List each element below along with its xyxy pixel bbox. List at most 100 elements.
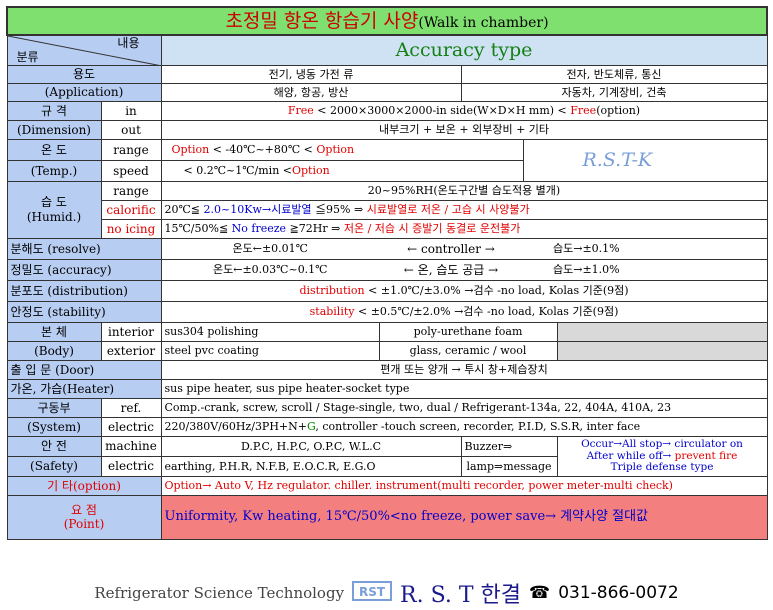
distribution-text: < ±1.0℃/±3.0% →검수 -no load, Kolas 기준(9점) [364,284,629,298]
humid-noicing-value: 15℃/50%≦ No freeze ≧72Hr ⇒ 저온 / 저습 시 증발기… [160,218,768,239]
stability-value: stability < ±0.5℃/±2.0% →검수 -no load, Ko… [160,300,768,323]
temp-speed-option: Option [292,164,330,178]
dim-in: in [100,100,162,121]
system-label: 구동부 [6,397,102,418]
dim-label: 규 격 [6,100,102,121]
safety-buzzer: Buzzer⇒ [460,435,558,457]
accuracy-label: 정밀도 (accuracy) [6,258,162,281]
dim-free-2: Free [570,104,597,118]
elec-b: , controller -touch screen, recorder, P.… [315,420,641,434]
spec-sheet: 초정밀 항온 항습기 사양(Walk in chamber) 내용 분류 Acc… [5,6,769,540]
safety-label: 안 전 [6,435,102,457]
use-b2: 자동차, 기계장비, 건축 [460,82,768,102]
humid-calorific: calorific [100,199,162,220]
temp-speed: speed [100,159,162,182]
system-ref-value: Comp.-crank, screw, scroll / Stage-singl… [160,397,768,418]
stability-label: 안정도 (stability) [6,300,162,323]
system-electric: electric [100,416,162,437]
dim-out-value: 내부크기 + 보온 + 외부장비 + 기타 [160,119,768,140]
spec-table: 초정밀 항온 항습기 사양(Walk in chamber) 내용 분류 Acc… [5,6,769,540]
ice-d: 저온 / 저습 시 증발기 동결로 운전불가 [343,222,521,236]
humid-calorific-value: 20℃≦ 2.0~10Kw→시료발열 ≦95% ⇒ 시료발열로 저온 / 고습 … [160,199,768,220]
content-label: 내용 [117,36,140,50]
system-label-en: (System) [6,416,102,437]
safety-label-en: (Safety) [6,455,102,477]
body-int-a: sus304 polishing [160,321,380,342]
etc-value: Option→ Auto V, Hz regulator. chiller. i… [160,475,768,496]
heater-value: sus pipe heater, sus pipe heater-socket … [160,378,768,399]
ice-c: ≧72Hr ⇒ [286,222,344,236]
safety-lamp: lamp⇒message [460,455,558,477]
ice-b: No freeze [231,222,287,236]
footer: Refrigerator Science Technology RST R. S… [0,578,773,608]
system-ref: ref. [100,397,162,418]
temp-option-1: Option [171,143,210,157]
resolve-temp: 온도←±0.01℃ [160,237,379,260]
use-b1: 해양, 항공, 방산 [160,82,462,102]
class-label: 분류 [16,50,39,65]
temp-range-text: < -40℃~+80℃ < [209,143,317,157]
body-ext-b: glass, ceramic / wool [378,340,558,361]
body-int-b: poly-urethane foam [378,321,558,342]
temp-option-2: Option [316,143,355,157]
stability-text: < ±0.5℃/±2.0% →검수 -no load, Kolas 기준(9점) [354,305,619,319]
dim-in-text: < 2000×3000×2000-in side(W×D×H mm) < [313,104,571,118]
door-label: 출 입 문 (Door) [6,359,162,380]
safety-electric: electric [100,455,162,477]
dim-out: out [100,119,162,140]
resolve-humid: 습도→±0.1% [523,237,768,260]
temp-speed-text: < 0.2℃~1℃/min < [183,164,293,178]
temp-range-value: Option < -40℃~+80℃ < Option [160,138,524,161]
heater-label: 가온, 가습(Heater) [6,378,162,399]
safety-machine-value: D.P.C, H.P.C, O.P.C, W.L.C [160,435,462,457]
distribution-value: distribution < ±1.0℃/±3.0% →검수 -no load,… [160,279,768,302]
point-label: 요 점 [71,502,97,517]
point-label-en: (Point) [63,517,105,532]
resolve-controller: ← controller → [379,237,523,260]
body-interior: interior [100,321,162,342]
accuracy-supply: ← 온, 습도 공급 → [379,258,523,281]
point-value: Uniformity, Kw heating, 15℃/50%<no freez… [160,494,768,540]
svg-text:RST: RST [359,585,386,599]
use-label-en: (Application) [6,82,162,102]
phone-number: 031-866-0072 [558,583,679,603]
point-label-cell: 요 점 (Point) [6,494,162,540]
safety-after-red: prevent fire [674,449,738,462]
safety-electric-value: earthing, P.H.R, N.F.B, E.O.C.R, E.G.O [160,455,462,477]
humid-label-en: (Humid.) [26,209,82,224]
cal-d: 시료발열로 저온 / 고습 시 사양불가 [366,203,530,217]
rst-logo-icon: RST [352,579,393,607]
temp-speed-value: < 0.2℃~1℃/min <Option [160,159,524,182]
use-label: 용도 [6,64,162,84]
safety-notes: Occur→All stop→ circulator on After whil… [556,435,768,477]
use-a1: 전기, 냉동 가전 류 [160,64,462,84]
distribution-red: distribution [299,284,365,298]
dim-free-1: Free [287,104,314,118]
temp-watermark-cell: R.S.T-K [523,138,768,182]
resolve-label: 분해도 (resolve) [6,237,162,260]
rst-watermark: R.S.T-K [582,148,653,171]
safety-machine: machine [100,435,162,457]
body-label-en: (Body) [6,340,102,361]
accuracy-humid: 습도→±1.0% [523,258,768,281]
header-corner: 내용 분류 [6,34,162,66]
cal-b: 2.0~10Kw→시료발열 [203,203,312,217]
use-a2: 전자, 반도체류, 통신 [460,64,768,84]
dim-in-value: Free < 2000×3000×2000-in side(W×D×H mm) … [160,100,768,121]
etc-label: 기 타(option) [6,475,162,496]
temp-range: range [100,138,162,161]
humid-range: range [100,180,162,201]
body-label: 본 체 [6,321,102,342]
title-main: 초정밀 항온 항습기 사양 [225,9,419,32]
humid-range-value: 20~95%RH(온도구간별 습도적용 별개) [160,180,768,201]
cal-a: 20℃≦ [164,203,204,217]
stability-red: stability [309,305,355,319]
title-suffix: (Walk in chamber) [418,14,549,31]
page-title: 초정밀 항온 항습기 사양(Walk in chamber) [5,6,769,36]
ice-a: 15℃/50%≦ [164,222,232,236]
accuracy-type-heading: Accuracy type [160,34,768,66]
dim-in-tail: (option) [596,104,641,118]
temp-label: 온 도 [6,138,102,161]
company-name: R. S. T 한결 [400,583,522,608]
temp-label-en: (Temp.) [6,159,102,182]
